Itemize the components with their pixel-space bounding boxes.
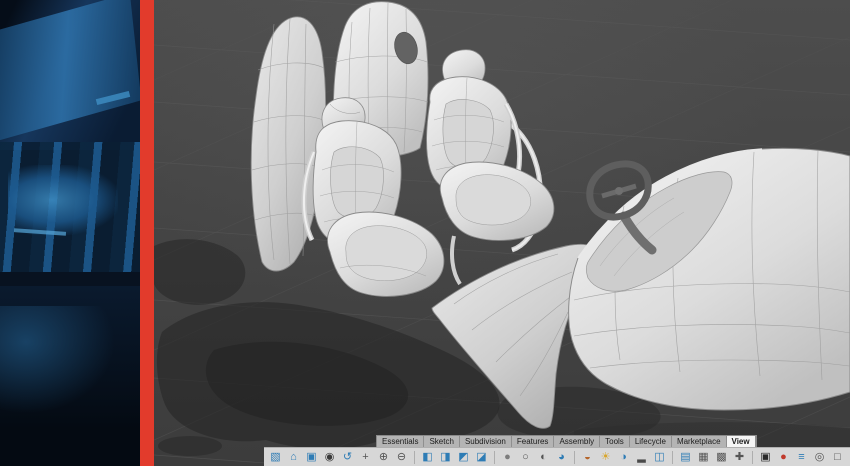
tab-sketch[interactable]: Sketch [424, 436, 460, 447]
home-view-icon[interactable]: ⌂ [286, 450, 301, 465]
snap-icon[interactable]: ▩ [714, 450, 729, 465]
toolbar-separator [752, 450, 753, 464]
app-window: Essentials Sketch Subdivision Features Assem… [0, 0, 850, 466]
zoom-in-icon[interactable]: ⊕ [376, 450, 391, 465]
grid-icon[interactable]: ▦ [696, 450, 711, 465]
tab-essentials[interactable]: Essentials [377, 436, 425, 447]
section-plane-icon[interactable]: ▤ [678, 450, 693, 465]
save-view-icon[interactable]: ▣ [304, 450, 319, 465]
iso-view-icon[interactable]: ◪ [474, 450, 489, 465]
photo-arc-shape [0, 306, 130, 426]
tab-view[interactable]: View [726, 436, 756, 447]
record-icon[interactable]: ● [776, 450, 791, 465]
camera-icon[interactable]: ◉ [322, 450, 337, 465]
tab-lifecycle[interactable]: Lifecycle [629, 436, 672, 447]
tab-assembly[interactable]: Assembly [554, 436, 601, 447]
lights-icon[interactable]: ☀ [598, 450, 613, 465]
ground-shadow-icon[interactable]: ▂ [634, 450, 649, 465]
orbit-icon[interactable]: ↺ [340, 450, 355, 465]
pan-icon[interactable]: + [358, 450, 373, 465]
3d-viewport[interactable]: Essentials Sketch Subdivision Features Assem… [154, 0, 850, 466]
side-view-icon[interactable]: ◨ [438, 450, 453, 465]
toolbar-separator [672, 450, 673, 464]
hidden-line-mode-icon[interactable]: ◐ [536, 450, 551, 465]
tab-marketplace[interactable]: Marketplace [671, 436, 727, 447]
ribbon-tab-row: Essentials Sketch Subdivision Features Assem… [376, 435, 757, 447]
tab-subdivision[interactable]: Subdivision [459, 436, 512, 447]
reference-photo-strip [0, 0, 140, 466]
front-view-icon[interactable]: ◧ [420, 450, 435, 465]
wireframe-mode-icon[interactable]: ○ [518, 450, 533, 465]
environment-icon[interactable]: ◑ [616, 450, 631, 465]
top-view-icon[interactable]: ◩ [456, 450, 471, 465]
layers-icon[interactable]: ≡ [794, 450, 809, 465]
isolate-icon[interactable]: ◎ [812, 450, 827, 465]
bottom-toolbar-icons: ▧ ⌂ ▣ ◉ ↺ + ⊕ ⊖ ◧ ◨ ◩ ◪ ● ○ ◐ ◕ ◒ ☀ ◑ ▂ ◫ ▤ ▦ ▩ ✚ ▣ ● ≡ ◎ □ [264, 447, 850, 466]
3d-scene [154, 0, 850, 466]
toolbar-separator [494, 450, 495, 464]
screenshot-icon[interactable]: ▣ [758, 450, 773, 465]
tab-tools[interactable]: Tools [600, 436, 630, 447]
render-mode-icon[interactable]: ◕ [554, 450, 569, 465]
photo-highlight [8, 165, 118, 235]
materials-icon[interactable]: ◒ [580, 450, 595, 465]
shaded-mode-icon[interactable]: ● [500, 450, 515, 465]
red-accent-bar [140, 0, 154, 466]
axes-icon[interactable]: ✚ [732, 450, 747, 465]
toolbar-separator [574, 450, 575, 464]
reflections-icon[interactable]: ◫ [652, 450, 667, 465]
zoom-out-icon[interactable]: ⊖ [394, 450, 409, 465]
toolbar-separator [414, 450, 415, 464]
tab-features[interactable]: Features [511, 436, 555, 447]
view-cube-icon[interactable]: ▧ [268, 450, 283, 465]
fullscreen-icon[interactable]: □ [830, 450, 845, 465]
